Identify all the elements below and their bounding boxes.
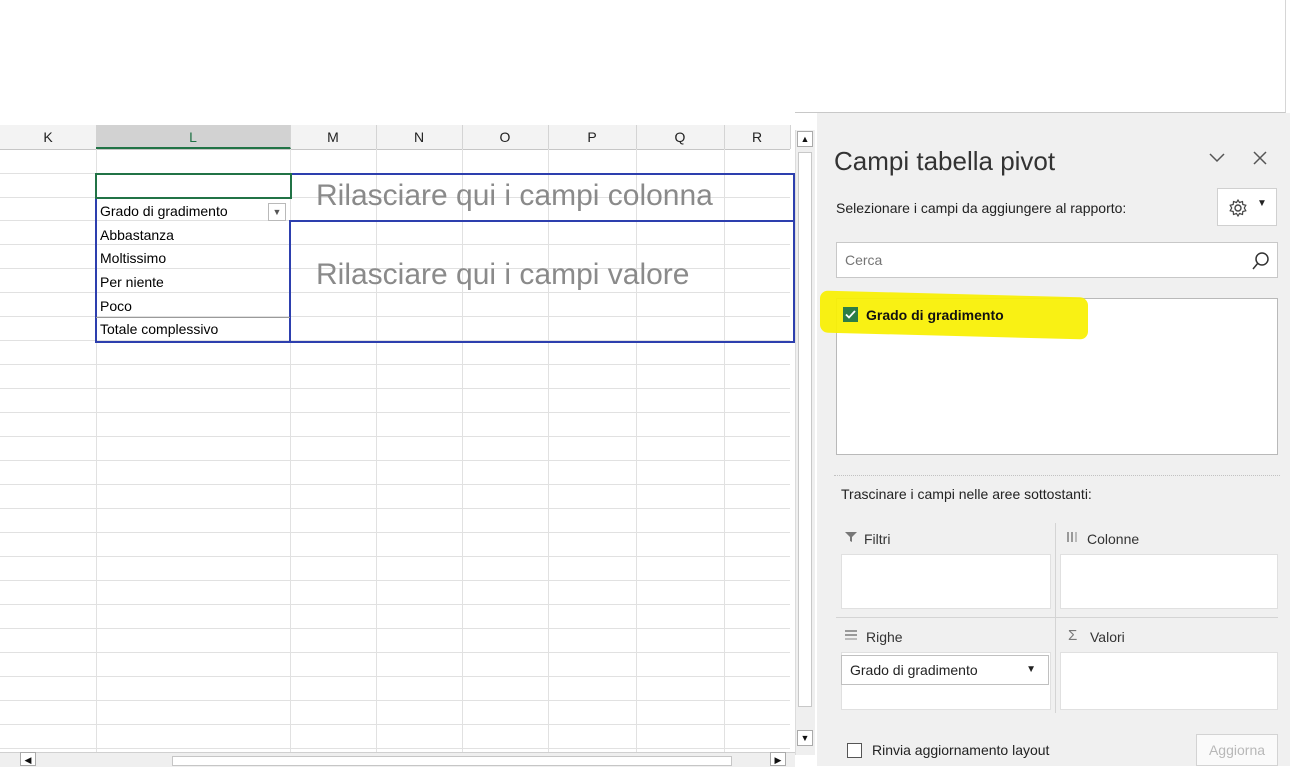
drop-zone-columns[interactable]: Rilasciare qui i campi colonna: [316, 179, 713, 213]
defer-update-label[interactable]: Rinvia aggiornamento layout: [872, 742, 1049, 758]
field-search-box[interactable]: [836, 242, 1278, 278]
gridline: [0, 412, 790, 413]
scroll-left-icon[interactable]: ◀: [20, 752, 36, 766]
columns-area-label: Colonne: [1087, 531, 1140, 547]
gridline: [0, 700, 790, 701]
column-header-k[interactable]: K: [0, 125, 97, 149]
pivot-row-item: Moltissimo: [100, 250, 167, 266]
pane-title: Campi tabella pivot: [834, 146, 1056, 176]
scroll-down-icon[interactable]: ▼: [797, 730, 813, 746]
checkmark-icon: [845, 310, 856, 319]
field-label[interactable]: Grado di gradimento: [866, 307, 1004, 323]
rows-area-label: Righe: [866, 629, 903, 645]
rows-field-chip[interactable]: Grado di gradimento ▼: [841, 655, 1049, 685]
gridline: [0, 676, 790, 677]
gridline: [0, 580, 790, 581]
scroll-right-icon[interactable]: ▶: [770, 752, 786, 766]
tools-button[interactable]: ▼: [1217, 188, 1277, 226]
gridline: [0, 460, 790, 461]
pivot-value-area-divider: [290, 220, 795, 222]
gridline: [0, 436, 790, 437]
column-header-n[interactable]: N: [376, 125, 463, 149]
pane-separator: [834, 475, 1280, 476]
grand-total-separator: [96, 317, 290, 318]
gridline: [0, 556, 790, 557]
column-header-p[interactable]: P: [548, 125, 637, 149]
drag-hint: Trascinare i campi nelle aree sottostant…: [841, 486, 1092, 502]
column-header-r[interactable]: R: [724, 125, 791, 149]
caret-down-icon: ▼: [1257, 198, 1267, 209]
ribbon-area: [0, 0, 1286, 113]
rows-field-chip-label: Grado di gradimento: [850, 662, 978, 678]
horizontal-scroll-thumb[interactable]: [172, 756, 732, 766]
area-divider: [1055, 523, 1056, 713]
chevron-down-icon[interactable]: [1208, 148, 1226, 174]
pivot-grand-total: Totale complessivo: [100, 321, 219, 337]
column-header-l[interactable]: L: [96, 125, 291, 149]
gridline: [0, 604, 790, 605]
sigma-icon: Σ: [1068, 627, 1078, 644]
column-header-m[interactable]: M: [290, 125, 377, 149]
gridline: [0, 532, 790, 533]
filters-area-label: Filtri: [864, 531, 891, 547]
close-icon[interactable]: [1252, 148, 1268, 174]
update-button[interactable]: Aggiorna: [1196, 734, 1278, 766]
gear-icon: [1229, 198, 1247, 218]
gridline: [0, 724, 790, 725]
values-drop-area[interactable]: [1060, 652, 1278, 710]
columns-icon: [1066, 530, 1080, 547]
filters-drop-area[interactable]: [841, 554, 1051, 609]
values-area-label: Valori: [1090, 629, 1125, 645]
scroll-up-icon[interactable]: ▲: [797, 131, 813, 147]
gridline: [0, 628, 790, 629]
column-headers: K L M N O P Q R: [0, 125, 791, 150]
gridline: [0, 652, 790, 653]
column-header-q[interactable]: Q: [636, 125, 725, 149]
worksheet-grid[interactable]: K L M N O P Q R Rilasciare qui i campi c…: [0, 112, 795, 766]
area-divider: [836, 617, 1278, 618]
pivot-row-header: Grado di gradimento: [100, 203, 228, 219]
row-filter-dropdown-icon[interactable]: ▼: [268, 203, 286, 221]
defer-update-checkbox[interactable]: [847, 743, 862, 758]
pivot-row-item: Poco: [100, 298, 132, 314]
column-header-o[interactable]: O: [462, 125, 549, 149]
search-input[interactable]: [845, 243, 1245, 277]
active-cell[interactable]: [95, 173, 292, 199]
drop-zone-values[interactable]: Rilasciare qui i campi valore: [316, 258, 689, 292]
search-icon[interactable]: [1251, 251, 1271, 271]
columns-drop-area[interactable]: [1060, 554, 1278, 609]
dropdown-arrow-icon[interactable]: ▼: [1026, 656, 1036, 684]
gridline: [0, 388, 790, 389]
field-checkbox-checked[interactable]: [843, 307, 858, 322]
gridline: [0, 748, 790, 749]
vertical-scroll-thumb[interactable]: [798, 152, 812, 707]
filter-icon: [844, 530, 858, 547]
rows-icon: [844, 628, 858, 645]
gridline: [0, 484, 790, 485]
pivot-row-item: Per niente: [100, 274, 164, 290]
pane-subtitle: Selezionare i campi da aggiungere al rap…: [836, 200, 1127, 216]
pivot-row-item: Abbastanza: [100, 227, 174, 243]
gridline: [0, 364, 790, 365]
gridline: [0, 508, 790, 509]
